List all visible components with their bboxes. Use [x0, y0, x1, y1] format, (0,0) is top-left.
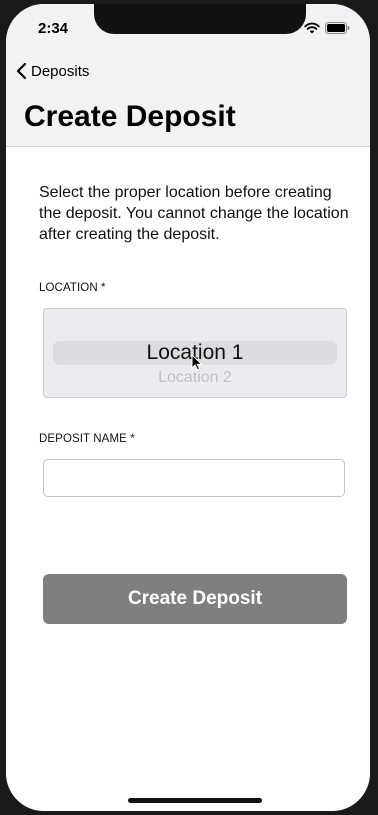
wifi-icon: [304, 22, 320, 34]
back-button-label: Deposits: [31, 62, 90, 80]
phone-screen: 2:34 .... Deposits Create Deposit Sel: [6, 4, 370, 811]
deposit-name-input[interactable]: [43, 459, 345, 497]
page-title: Create Deposit: [24, 100, 236, 133]
mouse-cursor-icon: [191, 354, 203, 371]
location-picker[interactable]: Location 1 Location 2: [43, 308, 347, 398]
navigation-header: Deposits Create Deposit: [6, 48, 370, 147]
battery-icon: [325, 22, 350, 34]
form-content: Select the proper location before creati…: [6, 147, 370, 811]
chevron-left-icon: [16, 62, 27, 80]
back-button[interactable]: Deposits: [16, 62, 89, 80]
home-indicator[interactable]: [128, 798, 262, 803]
device-notch: [94, 4, 306, 34]
location-label: LOCATION *: [39, 282, 106, 294]
status-time: 2:34: [38, 20, 69, 37]
create-deposit-button[interactable]: Create Deposit: [43, 574, 347, 624]
deposit-name-label: DEPOSIT NAME *: [39, 433, 135, 445]
picker-option-next[interactable]: Location 2: [44, 369, 346, 387]
instructions-text: Select the proper location before creati…: [39, 184, 349, 243]
